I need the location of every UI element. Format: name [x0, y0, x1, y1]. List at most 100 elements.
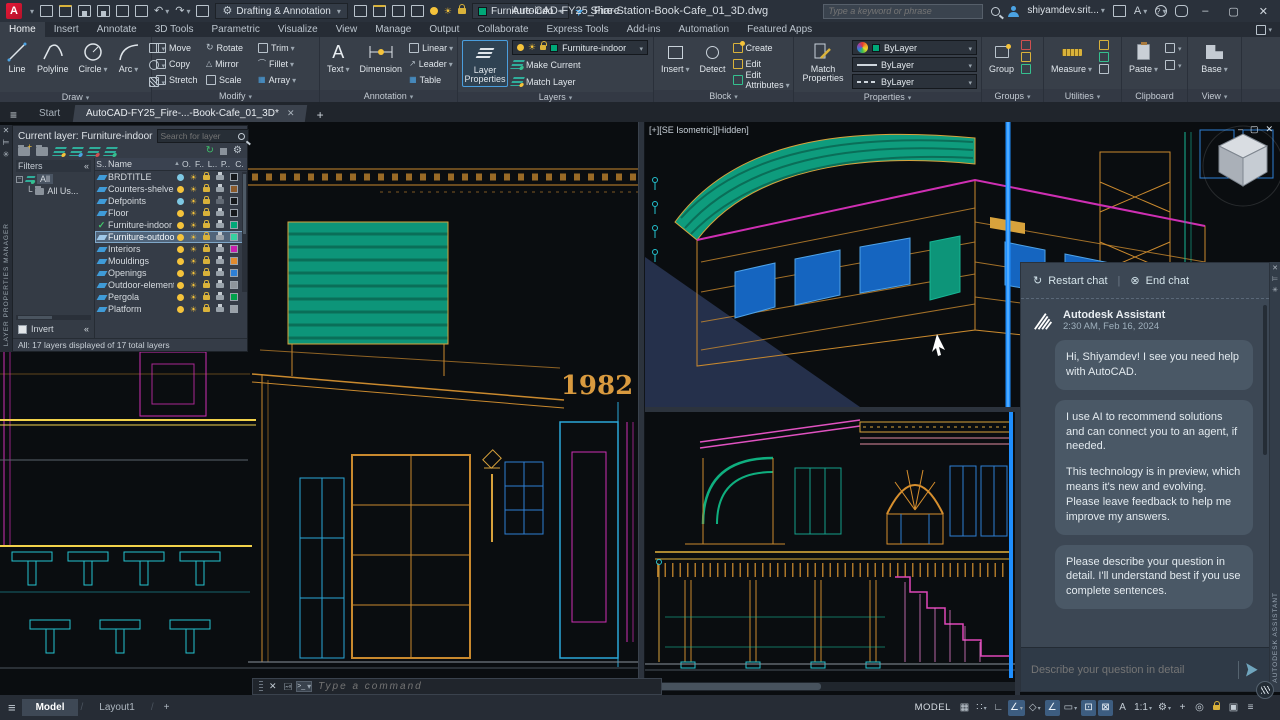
new-layer-icon[interactable] — [69, 146, 84, 156]
measure-button[interactable]: Measure — [1048, 40, 1095, 75]
annotation-monitor-toggle[interactable]: + — [1175, 700, 1190, 716]
layer-row[interactable]: Interiors — [95, 243, 247, 255]
layer-freeze-icon[interactable] — [187, 245, 200, 254]
layer-freeze-icon[interactable] — [187, 293, 200, 302]
app-menu-arrow-icon[interactable] — [28, 7, 34, 16]
layer-lock-icon[interactable] — [203, 243, 210, 252]
isometric-drafting-toggle[interactable]: ◇ — [1027, 700, 1043, 716]
new-group-filter-icon[interactable] — [36, 144, 48, 156]
settings-gear-icon[interactable]: ⚙ — [233, 146, 242, 156]
tab-automation[interactable]: Automation — [670, 22, 739, 37]
tab-parametric[interactable]: Parametric — [202, 22, 268, 37]
layer-states-icon[interactable] — [52, 146, 67, 156]
layer-plot-icon[interactable] — [215, 303, 224, 312]
layer-on-icon[interactable] — [177, 185, 184, 193]
window-close-button[interactable]: ✕ — [1253, 5, 1274, 18]
filters-header[interactable]: Filters « — [16, 160, 91, 172]
layer-on-icon[interactable] — [177, 281, 184, 289]
scale-button[interactable]: Scale — [206, 72, 252, 87]
layer-freeze-icon[interactable] — [187, 257, 200, 266]
layer-search-box[interactable] — [156, 129, 249, 143]
layer-color-swatch[interactable] — [229, 221, 238, 229]
tab-annotate[interactable]: Annotate — [88, 22, 146, 37]
layer-color-swatch[interactable] — [229, 173, 238, 181]
sun-icon[interactable] — [444, 5, 452, 17]
end-chat-icon[interactable]: ⊗ — [1130, 274, 1139, 287]
layer-plot-icon[interactable] — [215, 291, 224, 300]
command-input[interactable] — [318, 681, 655, 692]
tab-visualize[interactable]: Visualize — [269, 22, 327, 37]
panel-label-block[interactable]: Block — [654, 90, 793, 102]
layer-freeze-icon[interactable] — [187, 185, 200, 194]
command-prompt-icon[interactable]: >_ — [296, 681, 313, 692]
display-icon[interactable] — [391, 5, 405, 17]
layer-row[interactable]: Outdoor-elements — [95, 279, 247, 291]
tab-output[interactable]: Output — [420, 22, 468, 37]
print-icon[interactable] — [135, 5, 149, 17]
window-maximize-button[interactable]: ▢ — [1222, 5, 1244, 18]
layer-list-header[interactable]: S.. Name ▲ O. F.. L.. P.. C. — [95, 158, 247, 171]
layer-lock-icon[interactable] — [203, 303, 210, 312]
search-icon[interactable] — [991, 6, 1001, 16]
layer-dropdown[interactable]: Furniture-indoor — [512, 40, 648, 55]
stretch-button[interactable]: Stretch — [156, 72, 200, 87]
assistant-input[interactable] — [1031, 663, 1230, 676]
layer-freeze-icon[interactable] — [187, 233, 200, 242]
layer-plot-icon[interactable] — [215, 183, 224, 192]
layer-row[interactable]: Pergola — [95, 291, 247, 303]
layer-lock-icon[interactable] — [203, 207, 210, 216]
send-icon[interactable] — [1247, 663, 1259, 677]
object-snap-3d-toggle[interactable]: ⊠ — [1098, 699, 1114, 716]
copy-button[interactable]: Copy — [156, 56, 200, 71]
doc-restore-icon[interactable]: ▢ — [1250, 124, 1259, 135]
assistant-autohide-icon[interactable]: ⊨ — [1272, 276, 1278, 283]
linetype-dropdown[interactable]: ByLayer — [852, 74, 977, 89]
file-tabs-menu-icon[interactable]: ≡ — [0, 108, 27, 122]
panel-label-properties[interactable]: Properties — [794, 92, 981, 102]
copy-clip-tool[interactable] — [1165, 57, 1182, 72]
save-as-icon[interactable] — [97, 5, 111, 17]
panel-label-annotation[interactable]: Annotation — [320, 90, 457, 102]
panel-label-groups[interactable]: Groups — [982, 89, 1043, 102]
layer-plot-icon[interactable] — [215, 255, 224, 264]
filter-all[interactable]: − All — [16, 174, 91, 184]
layer-lock-icon[interactable] — [203, 255, 210, 264]
paste-button[interactable]: Paste — [1126, 40, 1161, 75]
username[interactable]: shiyamdev.srit... — [1027, 6, 1105, 16]
layer-row[interactable]: BRDTITLE — [95, 171, 247, 183]
open-file-icon[interactable] — [59, 5, 73, 17]
layout-menu-icon[interactable]: ≡ — [8, 701, 16, 714]
grid-display-toggle[interactable]: ▦ — [957, 700, 972, 716]
scrollbar-thumb[interactable] — [651, 683, 821, 690]
command-grip-handle[interactable] — [259, 681, 263, 692]
plot-icon[interactable] — [116, 5, 130, 17]
annotation-visibility-toggle[interactable]: A — [1115, 700, 1130, 716]
tab-featured-apps[interactable]: Featured Apps — [738, 22, 821, 37]
customize-wrench-icon[interactable]: ⚿ — [281, 683, 292, 691]
layer-lock-icon[interactable] — [203, 183, 210, 192]
ribbon-collapse-button[interactable] — [1248, 22, 1280, 37]
tree-expand-icon[interactable]: − — [16, 175, 23, 183]
palette-properties-icon[interactable]: ✳ — [3, 151, 10, 159]
lightbulb-icon[interactable] — [429, 7, 438, 15]
group-edit-icon[interactable] — [1021, 52, 1032, 62]
fillet-button[interactable]: ⌒ Fillet — [258, 56, 304, 71]
palette-close-icon[interactable]: ✕ — [3, 127, 10, 135]
layer-list-scrollbar[interactable] — [242, 172, 247, 292]
layer-on-icon[interactable] — [177, 221, 184, 229]
screen-share-icon[interactable] — [410, 5, 424, 17]
insert-button[interactable]: Insert — [658, 40, 693, 75]
stop-icon[interactable] — [220, 147, 228, 155]
snap-mode-toggle[interactable]: ∷ — [974, 700, 989, 716]
layer-color-swatch[interactable] — [229, 209, 238, 217]
layer-freeze-icon[interactable] — [187, 209, 200, 218]
layer-color-swatch[interactable] — [229, 281, 238, 289]
layer-properties-button[interactable]: Layer Properties — [462, 40, 508, 87]
restart-icon[interactable]: ↻ — [1033, 274, 1042, 287]
quick-properties-toggle[interactable]: ◎ — [1192, 700, 1207, 716]
collapse-icon[interactable]: « — [84, 161, 89, 171]
tab-3d-tools[interactable]: 3D Tools — [146, 22, 203, 37]
annotation-scale-selector[interactable]: 1:1 — [1132, 700, 1154, 716]
layer-row[interactable]: Mouldings — [95, 255, 247, 267]
linear-tool[interactable]: Linear — [409, 40, 453, 55]
